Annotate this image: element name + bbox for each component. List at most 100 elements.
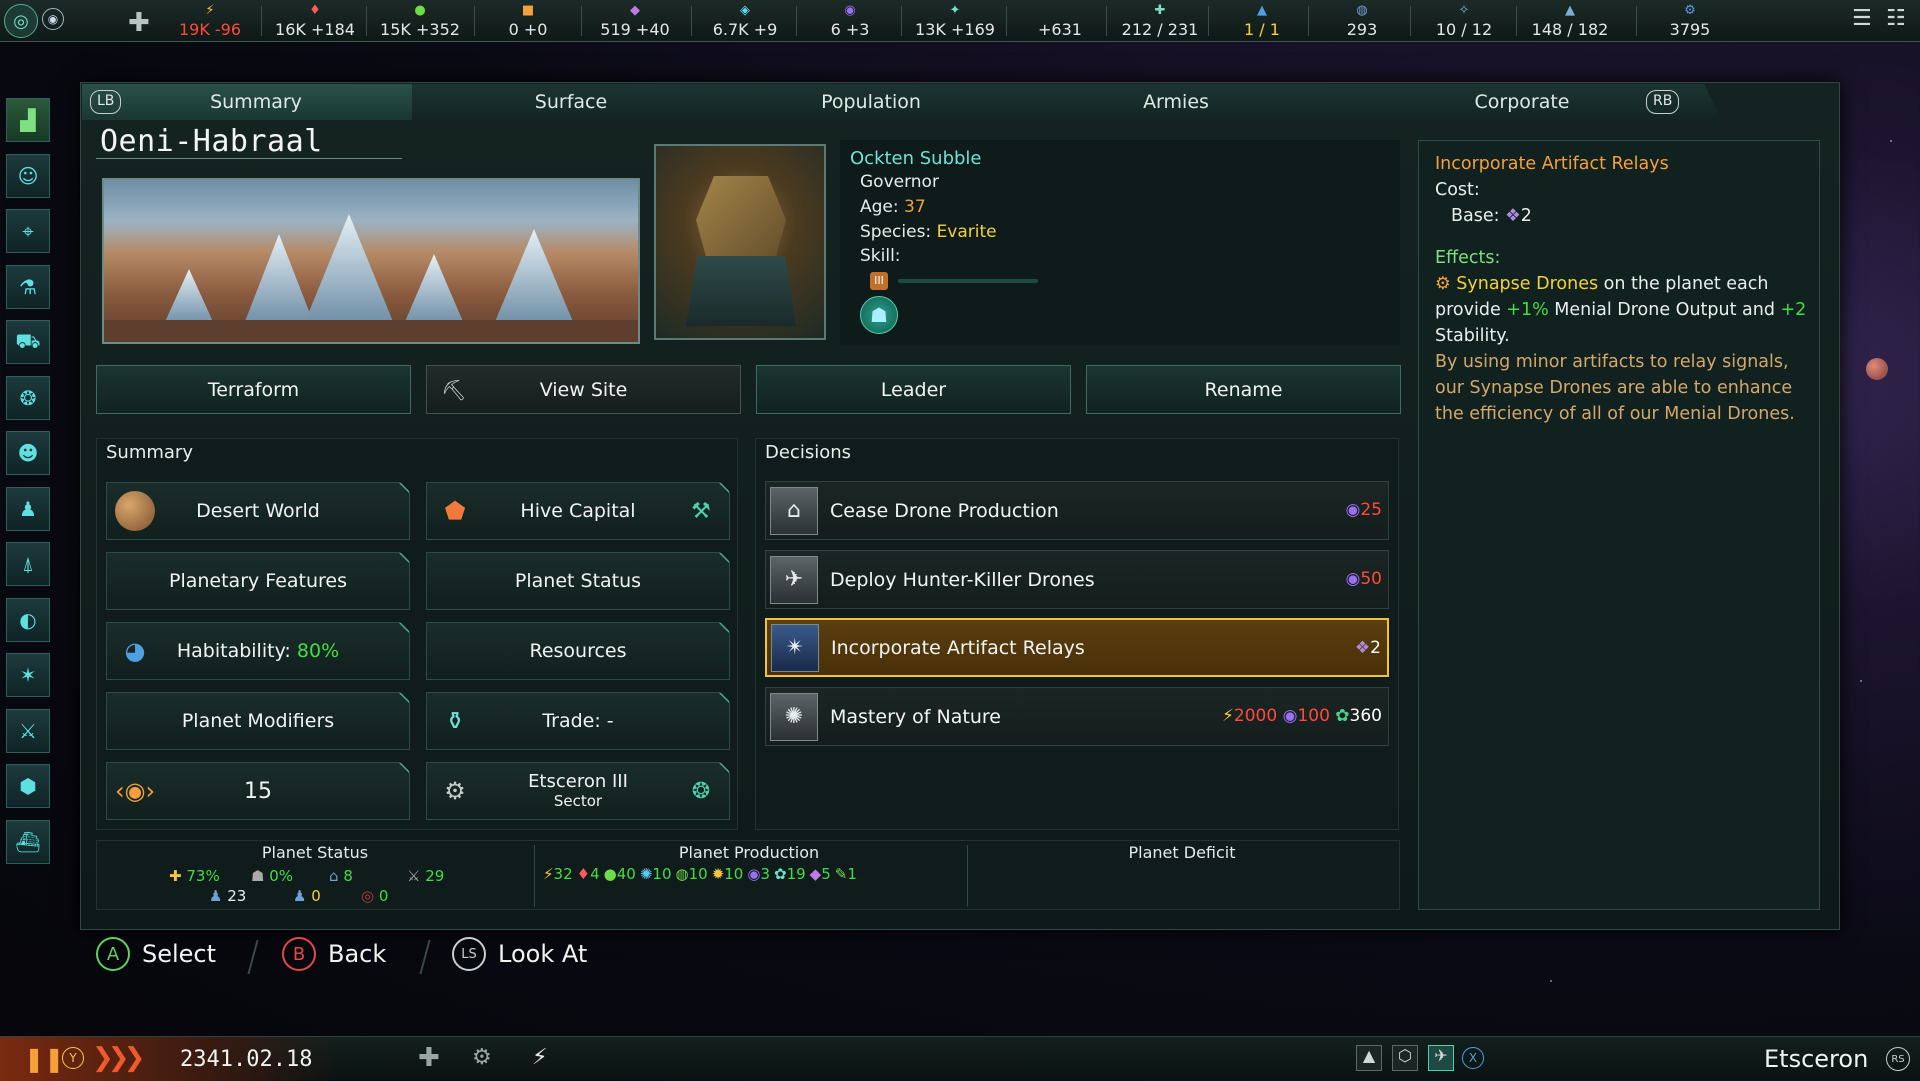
energy-icon: ⚡ bbox=[1221, 706, 1234, 726]
sidebar-galaxy-icon[interactable]: ◐ bbox=[6, 598, 50, 642]
rs-button-icon[interactable]: RS bbox=[1886, 1047, 1910, 1071]
governor-portrait[interactable] bbox=[654, 144, 826, 340]
sidebar-situations-icon[interactable]: ✶ bbox=[6, 653, 50, 697]
event-icon[interactable]: ⚡ bbox=[532, 1045, 547, 1070]
terraform-button[interactable]: Terraform bbox=[96, 365, 411, 414]
lb-button-hint[interactable]: LB bbox=[90, 90, 122, 114]
leader-button[interactable]: Leader bbox=[756, 365, 1071, 414]
sidebar-species-icon[interactable]: ☺ bbox=[6, 154, 50, 198]
view-site-button[interactable]: ⛏ View Site bbox=[426, 365, 741, 414]
resource-value: 10 / 12 bbox=[1435, 20, 1493, 39]
tab-armies[interactable]: Armies bbox=[1012, 84, 1340, 120]
sidebar-leaders-icon[interactable]: ♟ bbox=[6, 487, 50, 531]
tab-surface[interactable]: Surface bbox=[412, 84, 730, 120]
alloys-icon: ◆ bbox=[809, 865, 822, 883]
distant-planet[interactable] bbox=[1866, 358, 1888, 380]
sidebar-traditions-icon[interactable]: ❂ bbox=[6, 376, 50, 420]
resource-pops[interactable]: ◍ 293 bbox=[1312, 2, 1412, 40]
sidebar-factions-icon[interactable]: ☻ bbox=[6, 431, 50, 475]
sidebar-fleets-icon[interactable]: ⛴ bbox=[6, 820, 50, 864]
planet-class-box[interactable]: Desert World bbox=[106, 482, 410, 540]
decision-tooltip: Incorporate Artifact Relays Cost: Base: … bbox=[1418, 140, 1820, 910]
game-date: 2341.02.18 bbox=[180, 1047, 313, 1072]
sidebar-research-icon[interactable]: ⚗ bbox=[6, 265, 50, 309]
empire-emblem[interactable]: ◎ bbox=[4, 4, 38, 38]
fleet-icon: ▲ bbox=[1565, 3, 1575, 18]
housing-icon: ⌂ bbox=[329, 867, 339, 885]
unity-icon: ◉ bbox=[1282, 706, 1298, 726]
planet-size-box[interactable]: ‹◉› 15 bbox=[106, 762, 410, 820]
change-designation-icon[interactable]: ⚒ bbox=[681, 491, 721, 531]
tab-population[interactable]: Population bbox=[712, 84, 1030, 120]
governor-trait-icon[interactable]: ☗ bbox=[860, 296, 898, 334]
sector-settings-icon[interactable]: ❂ bbox=[681, 771, 721, 811]
add-icon[interactable]: ✚ bbox=[418, 1043, 440, 1073]
sector-box[interactable]: ⚙ Etsceron III Sector ❂ bbox=[426, 762, 730, 820]
y-button-icon[interactable]: Y bbox=[62, 1047, 84, 1069]
resource-leader-cap[interactable]: ▲ 1 / 1 bbox=[1212, 2, 1312, 40]
sidebar-federation-icon[interactable]: ⬢ bbox=[6, 764, 50, 808]
resource-food[interactable]: ● 15K +352 bbox=[370, 2, 470, 40]
resource-alloys[interactable]: ◆ 519 +40 bbox=[585, 2, 685, 40]
outliner-icon[interactable]: ☷ bbox=[1886, 6, 1906, 31]
sidebar-policies-icon[interactable]: ⍋ bbox=[6, 542, 50, 586]
skill-level-icon: III bbox=[870, 272, 888, 290]
resource-energy[interactable]: ⚡ 19K -96 bbox=[160, 2, 260, 40]
tab-summary[interactable]: Summary bbox=[82, 84, 430, 120]
fleet-map-icon[interactable]: ▲ bbox=[1356, 1045, 1382, 1071]
b-button-icon: B bbox=[282, 937, 316, 971]
resource-research[interactable]: ◈ 6.7K +9 bbox=[695, 2, 795, 40]
galaxy-map-icon[interactable]: ✈ bbox=[1428, 1045, 1454, 1071]
planet-tabs: Summary Surface Population Armies Corpor… bbox=[82, 84, 1722, 120]
hex-map-icon[interactable]: ⬡ bbox=[1392, 1045, 1418, 1071]
sidebar-ships-icon[interactable]: ⛟ bbox=[6, 320, 50, 364]
resource-empire-size[interactable]: ✚ 212 / 231 bbox=[1110, 2, 1210, 40]
decision-mastery-of-nature[interactable]: ✺ Mastery of Nature ⚡2000 ◉100 ✿360 bbox=[765, 687, 1389, 746]
designation-box[interactable]: ⬟ Hive Capital ⚒ bbox=[426, 482, 730, 540]
artifact-icon: ❖ bbox=[1505, 206, 1521, 226]
resource-value: 0 +0 bbox=[508, 20, 548, 39]
speed-arrows-icon[interactable]: ❯❯❯ bbox=[92, 1043, 145, 1073]
unity-icon: ◉ bbox=[1345, 500, 1361, 520]
resource-consumer-goods[interactable]: ■ 0 +0 bbox=[478, 2, 578, 40]
leader-name[interactable]: Ockten Subble bbox=[850, 148, 982, 169]
resource-fleet[interactable]: ▲ 148 / 182 bbox=[1520, 2, 1620, 40]
add-icon[interactable]: ✚ bbox=[128, 8, 150, 38]
select-hint[interactable]: A Select bbox=[96, 937, 216, 971]
resource-influence[interactable]: ✦ 13K +169 bbox=[905, 2, 1005, 40]
rb-button-hint[interactable]: RB bbox=[1646, 90, 1680, 114]
habitability-box[interactable]: ◕ Habitability: 80% bbox=[106, 622, 410, 680]
decision-deploy-hunter-killer-drones[interactable]: ✈ Deploy Hunter-Killer Drones ◉50 bbox=[765, 550, 1389, 609]
decision-incorporate-artifact-relays[interactable]: ✴ Incorporate Artifact Relays ❖2 bbox=[765, 618, 1389, 677]
sidebar-planets-icon[interactable]: ▟ bbox=[6, 98, 50, 142]
resource-starbase[interactable]: ✧ 10 / 12 bbox=[1414, 2, 1514, 40]
trade-box[interactable]: ⚱ Trade: - bbox=[426, 692, 730, 750]
planet-name[interactable]: Oeni-Habraal bbox=[100, 124, 323, 159]
x-button-icon[interactable]: X bbox=[1462, 1047, 1484, 1069]
stability-icon: ⚙ bbox=[1684, 3, 1696, 18]
look-at-hint[interactable]: LS Look At bbox=[452, 937, 587, 971]
planet-status-box[interactable]: Planet Status bbox=[426, 552, 730, 610]
planetary-features-box[interactable]: Planetary Features bbox=[106, 552, 410, 610]
menu-round-icon[interactable]: ◉ bbox=[42, 8, 64, 30]
back-hint[interactable]: B Back bbox=[282, 937, 386, 971]
planet-production-title: Planet Production bbox=[678, 843, 820, 862]
sidebar-military-icon[interactable]: ⚔ bbox=[6, 709, 50, 753]
pops-group-icon[interactable]: ⚙ bbox=[472, 1045, 492, 1070]
rename-button[interactable]: Rename bbox=[1086, 365, 1401, 414]
decision-cease-drone-production[interactable]: ⌂ Cease Drone Production ◉25 bbox=[765, 481, 1389, 540]
resources-box[interactable]: Resources bbox=[426, 622, 730, 680]
divider bbox=[581, 6, 582, 36]
sidebar-map-icon[interactable]: ⌖ bbox=[6, 209, 50, 253]
divider bbox=[1410, 6, 1411, 36]
resource-minerals[interactable]: ♦ 16K +184 bbox=[265, 2, 365, 40]
resource-amenities[interactable]: +631 bbox=[1010, 2, 1110, 40]
unity-icon: ◉ bbox=[844, 3, 856, 18]
current-system[interactable]: Etsceron bbox=[1764, 1045, 1868, 1073]
pause-icon[interactable]: ❚❚ bbox=[24, 1045, 64, 1073]
production-society: ◍10 bbox=[675, 865, 708, 883]
hamburger-menu-icon[interactable]: ☰ bbox=[1852, 6, 1872, 31]
resource-unity[interactable]: ◉ 6 +3 bbox=[800, 2, 900, 40]
planet-modifiers-box[interactable]: Planet Modifiers bbox=[106, 692, 410, 750]
resource-stability[interactable]: ⚙ 3795 bbox=[1640, 2, 1740, 40]
